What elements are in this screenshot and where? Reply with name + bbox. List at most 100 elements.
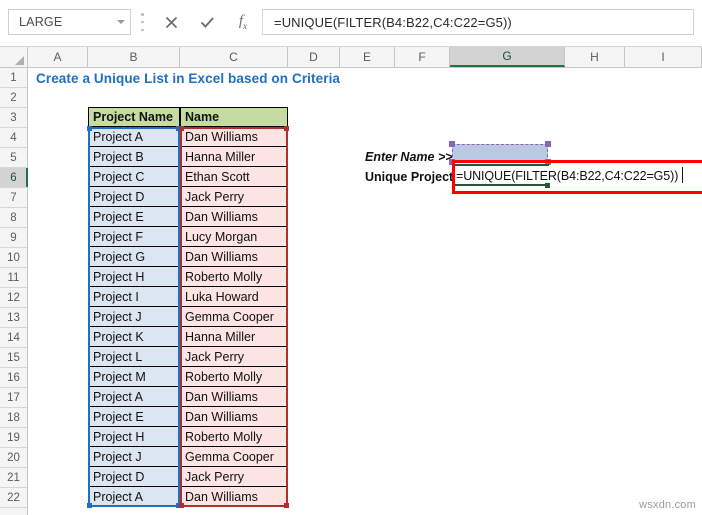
row-header-13[interactable]: 13: [0, 308, 27, 328]
row-header-7[interactable]: 7: [0, 188, 27, 208]
column-header-f[interactable]: F: [395, 47, 450, 67]
row-header-14[interactable]: 14: [0, 328, 27, 348]
table-row[interactable]: Project J Gemma Cooper: [88, 447, 288, 467]
column-header-d[interactable]: D: [288, 47, 340, 67]
cell-person-name[interactable]: Hanna Miller: [180, 147, 288, 167]
cell-g6-formula-editor[interactable]: =UNIQUE(FILTER(B4:B22, C4:C22 = G5)): [452, 166, 678, 186]
table-row[interactable]: Project K Hanna Miller: [88, 327, 288, 347]
cell-project-name[interactable]: Project H: [88, 427, 180, 447]
column-header-e[interactable]: E: [340, 47, 395, 67]
table-header-cell[interactable]: Project Name: [88, 107, 180, 127]
table-row[interactable]: Project A Dan Williams: [88, 127, 288, 147]
row-header-11[interactable]: 11: [0, 268, 27, 288]
row-header-1[interactable]: 1: [0, 68, 27, 88]
cell-project-name[interactable]: Project E: [88, 207, 180, 227]
table-row[interactable]: Project F Lucy Morgan: [88, 227, 288, 247]
table-row[interactable]: Project E Dan Williams: [88, 207, 288, 227]
table-row[interactable]: Project H Roberto Molly: [88, 427, 288, 447]
column-header-b[interactable]: B: [88, 47, 180, 67]
row-header-2[interactable]: 2: [0, 88, 27, 108]
cell-person-name[interactable]: Dan Williams: [180, 207, 288, 227]
cell-person-name[interactable]: Roberto Molly: [180, 427, 288, 447]
row-header-17[interactable]: 17: [0, 388, 27, 408]
cell-project-name[interactable]: Project A: [88, 387, 180, 407]
cell-person-name[interactable]: Gemma Cooper: [180, 447, 288, 467]
row-header-12[interactable]: 12: [0, 288, 27, 308]
insert-function-fx-icon[interactable]: fx: [225, 9, 261, 35]
cell-project-name[interactable]: Project L: [88, 347, 180, 367]
row-header-3[interactable]: 3: [0, 108, 27, 128]
table-row[interactable]: Project C Ethan Scott: [88, 167, 288, 187]
cell-project-name[interactable]: Project G: [88, 247, 180, 267]
cell-person-name[interactable]: Hanna Miller: [180, 327, 288, 347]
cell-person-name[interactable]: Dan Williams: [180, 387, 288, 407]
cell-project-name[interactable]: Project C: [88, 167, 180, 187]
table-row[interactable]: Project L Jack Perry: [88, 347, 288, 367]
table-row[interactable]: Project M Roberto Molly: [88, 367, 288, 387]
cancel-x-icon[interactable]: [153, 9, 189, 35]
cell-project-name[interactable]: Project A: [88, 127, 180, 147]
cell-person-name[interactable]: Roberto Molly: [180, 267, 288, 287]
table-row[interactable]: Project G Dan Williams: [88, 247, 288, 267]
row-header-8[interactable]: 8: [0, 208, 27, 228]
cell-person-name[interactable]: Ethan Scott: [180, 167, 288, 187]
table-row[interactable]: Project I Luka Howard: [88, 287, 288, 307]
cell-project-name[interactable]: Project M: [88, 367, 180, 387]
cell-person-name[interactable]: Lucy Morgan: [180, 227, 288, 247]
row-header-15[interactable]: 15: [0, 348, 27, 368]
cell-person-name[interactable]: Roberto Molly: [180, 367, 288, 387]
row-header-4[interactable]: 4: [0, 128, 27, 148]
table-row[interactable]: Project H Roberto Molly: [88, 267, 288, 287]
cell-project-name[interactable]: Project A: [88, 487, 180, 507]
formula-input[interactable]: =UNIQUE(FILTER(B4:B22,C4:C22=G5)): [262, 9, 694, 35]
name-box[interactable]: LARGE: [8, 9, 131, 35]
cell-person-name[interactable]: Dan Williams: [180, 487, 288, 507]
column-header-a[interactable]: A: [28, 47, 88, 67]
row-header-22[interactable]: 22: [0, 488, 27, 508]
cell-project-name[interactable]: Project F: [88, 227, 180, 247]
column-header-i[interactable]: I: [625, 47, 702, 67]
cell-person-name[interactable]: Luka Howard: [180, 287, 288, 307]
row-header-9[interactable]: 9: [0, 228, 27, 248]
cell-person-name[interactable]: Gemma Cooper: [180, 307, 288, 327]
select-all-corner-icon[interactable]: [0, 47, 28, 67]
table-row[interactable]: Project J Gemma Cooper: [88, 307, 288, 327]
cell-person-name[interactable]: Jack Perry: [180, 347, 288, 367]
column-header-g[interactable]: G: [450, 47, 565, 67]
cell-project-name[interactable]: Project K: [88, 327, 180, 347]
row-header-20[interactable]: 20: [0, 448, 27, 468]
chevron-down-icon[interactable]: [112, 10, 130, 34]
table-row[interactable]: Project E Dan Williams: [88, 407, 288, 427]
row-header-6[interactable]: 6: [0, 168, 28, 188]
cell-project-name[interactable]: Project H: [88, 267, 180, 287]
cell-project-name[interactable]: Project D: [88, 467, 180, 487]
row-header-21[interactable]: 21: [0, 468, 27, 488]
cell-person-name[interactable]: Dan Williams: [180, 127, 288, 147]
cell-project-name[interactable]: Project B: [88, 147, 180, 167]
cell-person-name[interactable]: Dan Williams: [180, 407, 288, 427]
cell-g5-selected[interactable]: [449, 141, 551, 165]
row-header-16[interactable]: 16: [0, 368, 27, 388]
worksheet-canvas[interactable]: Create a Unique List in Excel based on C…: [28, 68, 702, 515]
confirm-check-icon[interactable]: [189, 9, 225, 35]
cell-project-name[interactable]: Project E: [88, 407, 180, 427]
row-header-19[interactable]: 19: [0, 428, 27, 448]
table-row[interactable]: Project D Jack Perry: [88, 187, 288, 207]
column-header-h[interactable]: H: [565, 47, 625, 67]
table-row[interactable]: Project A Dan Williams: [88, 387, 288, 407]
row-header-10[interactable]: 10: [0, 248, 27, 268]
row-header-18[interactable]: 18: [0, 408, 27, 428]
row-header-5[interactable]: 5: [0, 148, 27, 168]
cell-project-name[interactable]: Project J: [88, 307, 180, 327]
cell-person-name[interactable]: Jack Perry: [180, 187, 288, 207]
table-row[interactable]: Project B Hanna Miller: [88, 147, 288, 167]
column-header-c[interactable]: C: [180, 47, 288, 67]
table-row[interactable]: Project A Dan Williams: [88, 487, 288, 507]
table-row[interactable]: Project D Jack Perry: [88, 467, 288, 487]
cell-person-name[interactable]: Dan Williams: [180, 247, 288, 267]
table-header-cell[interactable]: Name: [180, 107, 288, 127]
cell-project-name[interactable]: Project D: [88, 187, 180, 207]
cell-person-name[interactable]: Jack Perry: [180, 467, 288, 487]
cell-project-name[interactable]: Project I: [88, 287, 180, 307]
cell-project-name[interactable]: Project J: [88, 447, 180, 467]
